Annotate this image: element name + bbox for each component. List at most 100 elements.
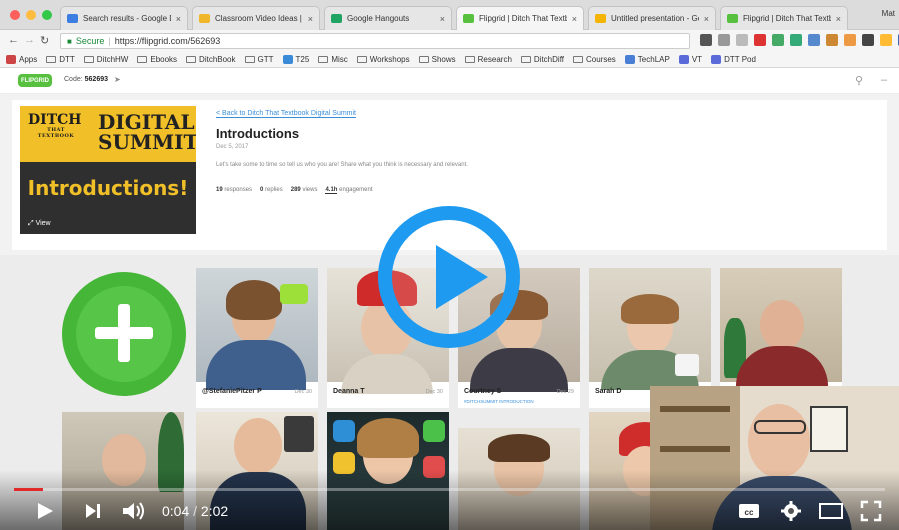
topic-thumbnail[interactable]: DITCH THAT TEXTBOOK DIGITAL SUMMIT Intro… bbox=[20, 106, 196, 234]
response-thumbnail bbox=[589, 268, 711, 390]
video-player[interactable]: Search results - Google Dri × Classroom Vi… bbox=[0, 0, 899, 530]
time-current: 0:04 bbox=[162, 503, 190, 519]
extension-icon[interactable] bbox=[826, 34, 838, 46]
close-tab-icon[interactable]: × bbox=[704, 14, 709, 24]
extension-icon[interactable] bbox=[862, 34, 874, 46]
play-icon[interactable] bbox=[36, 502, 54, 520]
favicon-icon bbox=[463, 14, 474, 23]
window-controls bbox=[10, 10, 52, 20]
bookmark-item[interactable]: Misc bbox=[318, 55, 348, 64]
bookmark-item[interactable]: DitchBook bbox=[186, 55, 236, 64]
progress-bar[interactable] bbox=[14, 488, 885, 491]
zoom-icon[interactable] bbox=[718, 34, 730, 46]
responses-stat: 19 responses bbox=[216, 187, 253, 193]
bookmark-item[interactable]: Workshops bbox=[356, 55, 410, 64]
fullscreen-icon[interactable] bbox=[860, 500, 882, 522]
back-link[interactable]: < Back to Ditch That Textbook Digital Su… bbox=[216, 110, 356, 118]
url-text: https://flipgrid.com/562693 bbox=[114, 36, 221, 46]
forward-arrow-icon[interactable]: → bbox=[24, 34, 35, 46]
captions-icon[interactable]: cc bbox=[738, 502, 760, 520]
next-icon[interactable] bbox=[84, 502, 102, 520]
bookmark-item[interactable]: Courses bbox=[573, 55, 616, 64]
opera-icon[interactable] bbox=[754, 34, 766, 46]
bookmark-label: GTT bbox=[257, 55, 274, 64]
search-icon[interactable]: ⚲ bbox=[855, 74, 863, 87]
share-icon[interactable]: ➤ bbox=[114, 75, 121, 84]
extension-icon[interactable] bbox=[790, 34, 802, 46]
mug-icon bbox=[675, 354, 699, 376]
browser-tab[interactable]: Flipgrid | Ditch That Textbo × bbox=[720, 6, 848, 30]
close-tab-icon[interactable]: × bbox=[308, 14, 313, 24]
response-tag[interactable]: #DITCHSUMMIT INTRODUCTION bbox=[464, 399, 534, 404]
volume-icon[interactable] bbox=[122, 500, 148, 522]
browser-tab[interactable]: Search results - Google Dri × bbox=[60, 6, 188, 30]
back-arrow-icon[interactable]: ← bbox=[8, 34, 19, 46]
bookmark-item[interactable]: GTT bbox=[244, 55, 274, 64]
bookmark-item[interactable]: DTT bbox=[46, 55, 75, 64]
folder-icon bbox=[418, 56, 429, 63]
topic-date: Dec 5, 2017 bbox=[216, 144, 249, 150]
bookmark-item[interactable]: VT bbox=[678, 55, 702, 64]
close-tab-icon[interactable]: × bbox=[836, 14, 841, 24]
response-card[interactable]: @StefaniePitzer P Dec 30 bbox=[196, 268, 318, 408]
browser-tab[interactable]: Google Hangouts × bbox=[324, 6, 452, 30]
wall-sign bbox=[810, 406, 848, 452]
folder-icon bbox=[186, 56, 197, 63]
play-icon bbox=[436, 245, 488, 309]
extension-icon[interactable] bbox=[808, 34, 820, 46]
close-window-button[interactable] bbox=[10, 10, 20, 20]
bookmark-item[interactable]: T25 bbox=[282, 55, 309, 64]
bookmark-label: Research bbox=[477, 55, 512, 64]
tab-title: Untitled presentation - Goo bbox=[611, 14, 699, 23]
close-tab-icon[interactable]: × bbox=[176, 14, 181, 24]
bookmark-label: Courses bbox=[586, 55, 616, 64]
bookmark-item[interactable]: DitchDiff bbox=[520, 55, 564, 64]
bookmark-label: Misc bbox=[331, 55, 348, 64]
settings-gear-icon[interactable] bbox=[780, 500, 802, 522]
topic-stats: 19 responses 0 replies 289 views 4.1h en… bbox=[216, 187, 373, 194]
theater-mode-icon[interactable] bbox=[818, 502, 844, 520]
view-label: View bbox=[35, 220, 51, 227]
browser-tab[interactable]: Classroom Video Ideas | Di × bbox=[192, 6, 320, 30]
camera-icon[interactable] bbox=[700, 34, 712, 46]
favicon-icon bbox=[331, 14, 342, 23]
folder-icon bbox=[520, 56, 531, 63]
favicon-icon bbox=[727, 14, 738, 23]
url-field[interactable]: ■ Secure | https://flipgrid.com/562693 bbox=[60, 33, 690, 49]
bookmark-item[interactable]: DitchHW bbox=[83, 55, 128, 64]
profile-name[interactable]: Mat bbox=[882, 9, 895, 18]
bookmark-item[interactable]: DTT Pod bbox=[711, 55, 756, 64]
extension-icon[interactable] bbox=[844, 34, 856, 46]
flipgrid-logo[interactable]: FLIPGRID bbox=[18, 74, 52, 87]
grid-code: Code: 562693 bbox=[64, 76, 108, 83]
extension-icon[interactable] bbox=[880, 34, 892, 46]
folder-icon bbox=[318, 56, 329, 63]
browser-tab[interactable]: Flipgrid | Ditch That Textbo × bbox=[456, 6, 584, 30]
megaphone-icon bbox=[280, 284, 308, 304]
favicon-icon bbox=[199, 14, 210, 23]
replies-stat: 0 replies bbox=[260, 187, 283, 193]
response-date: Dec 30 bbox=[425, 389, 443, 395]
bookmark-item[interactable]: Research bbox=[464, 55, 512, 64]
response-name: Courtney S bbox=[464, 388, 502, 395]
minimize-window-button[interactable] bbox=[26, 10, 36, 20]
browser-tab[interactable]: Untitled presentation - Goo × bbox=[588, 6, 716, 30]
bookmark-item[interactable]: Shows bbox=[418, 55, 456, 64]
textbook-word: TEXTBOOK bbox=[37, 133, 75, 139]
bookmark-item[interactable]: TechLAP bbox=[624, 55, 670, 64]
extension-icon[interactable] bbox=[772, 34, 784, 46]
collapse-icon[interactable]: – bbox=[881, 74, 887, 86]
maximize-window-button[interactable] bbox=[42, 10, 52, 20]
close-tab-icon[interactable]: × bbox=[572, 14, 577, 24]
bookmark-label: DitchBook bbox=[199, 55, 236, 64]
favicon-icon bbox=[67, 14, 78, 23]
bookmark-item[interactable]: Ebooks bbox=[137, 55, 177, 64]
tab-title: Flipgrid | Ditch That Textbo bbox=[479, 14, 567, 23]
secure-label: Secure bbox=[75, 36, 105, 46]
apps-shortcut[interactable]: Apps bbox=[6, 55, 37, 64]
star-icon[interactable] bbox=[736, 34, 748, 46]
reload-icon[interactable]: ↻ bbox=[40, 34, 49, 47]
view-button[interactable]: ⤢ View bbox=[28, 220, 51, 228]
lock-icon: ■ bbox=[67, 36, 72, 46]
close-tab-icon[interactable]: × bbox=[440, 14, 445, 24]
